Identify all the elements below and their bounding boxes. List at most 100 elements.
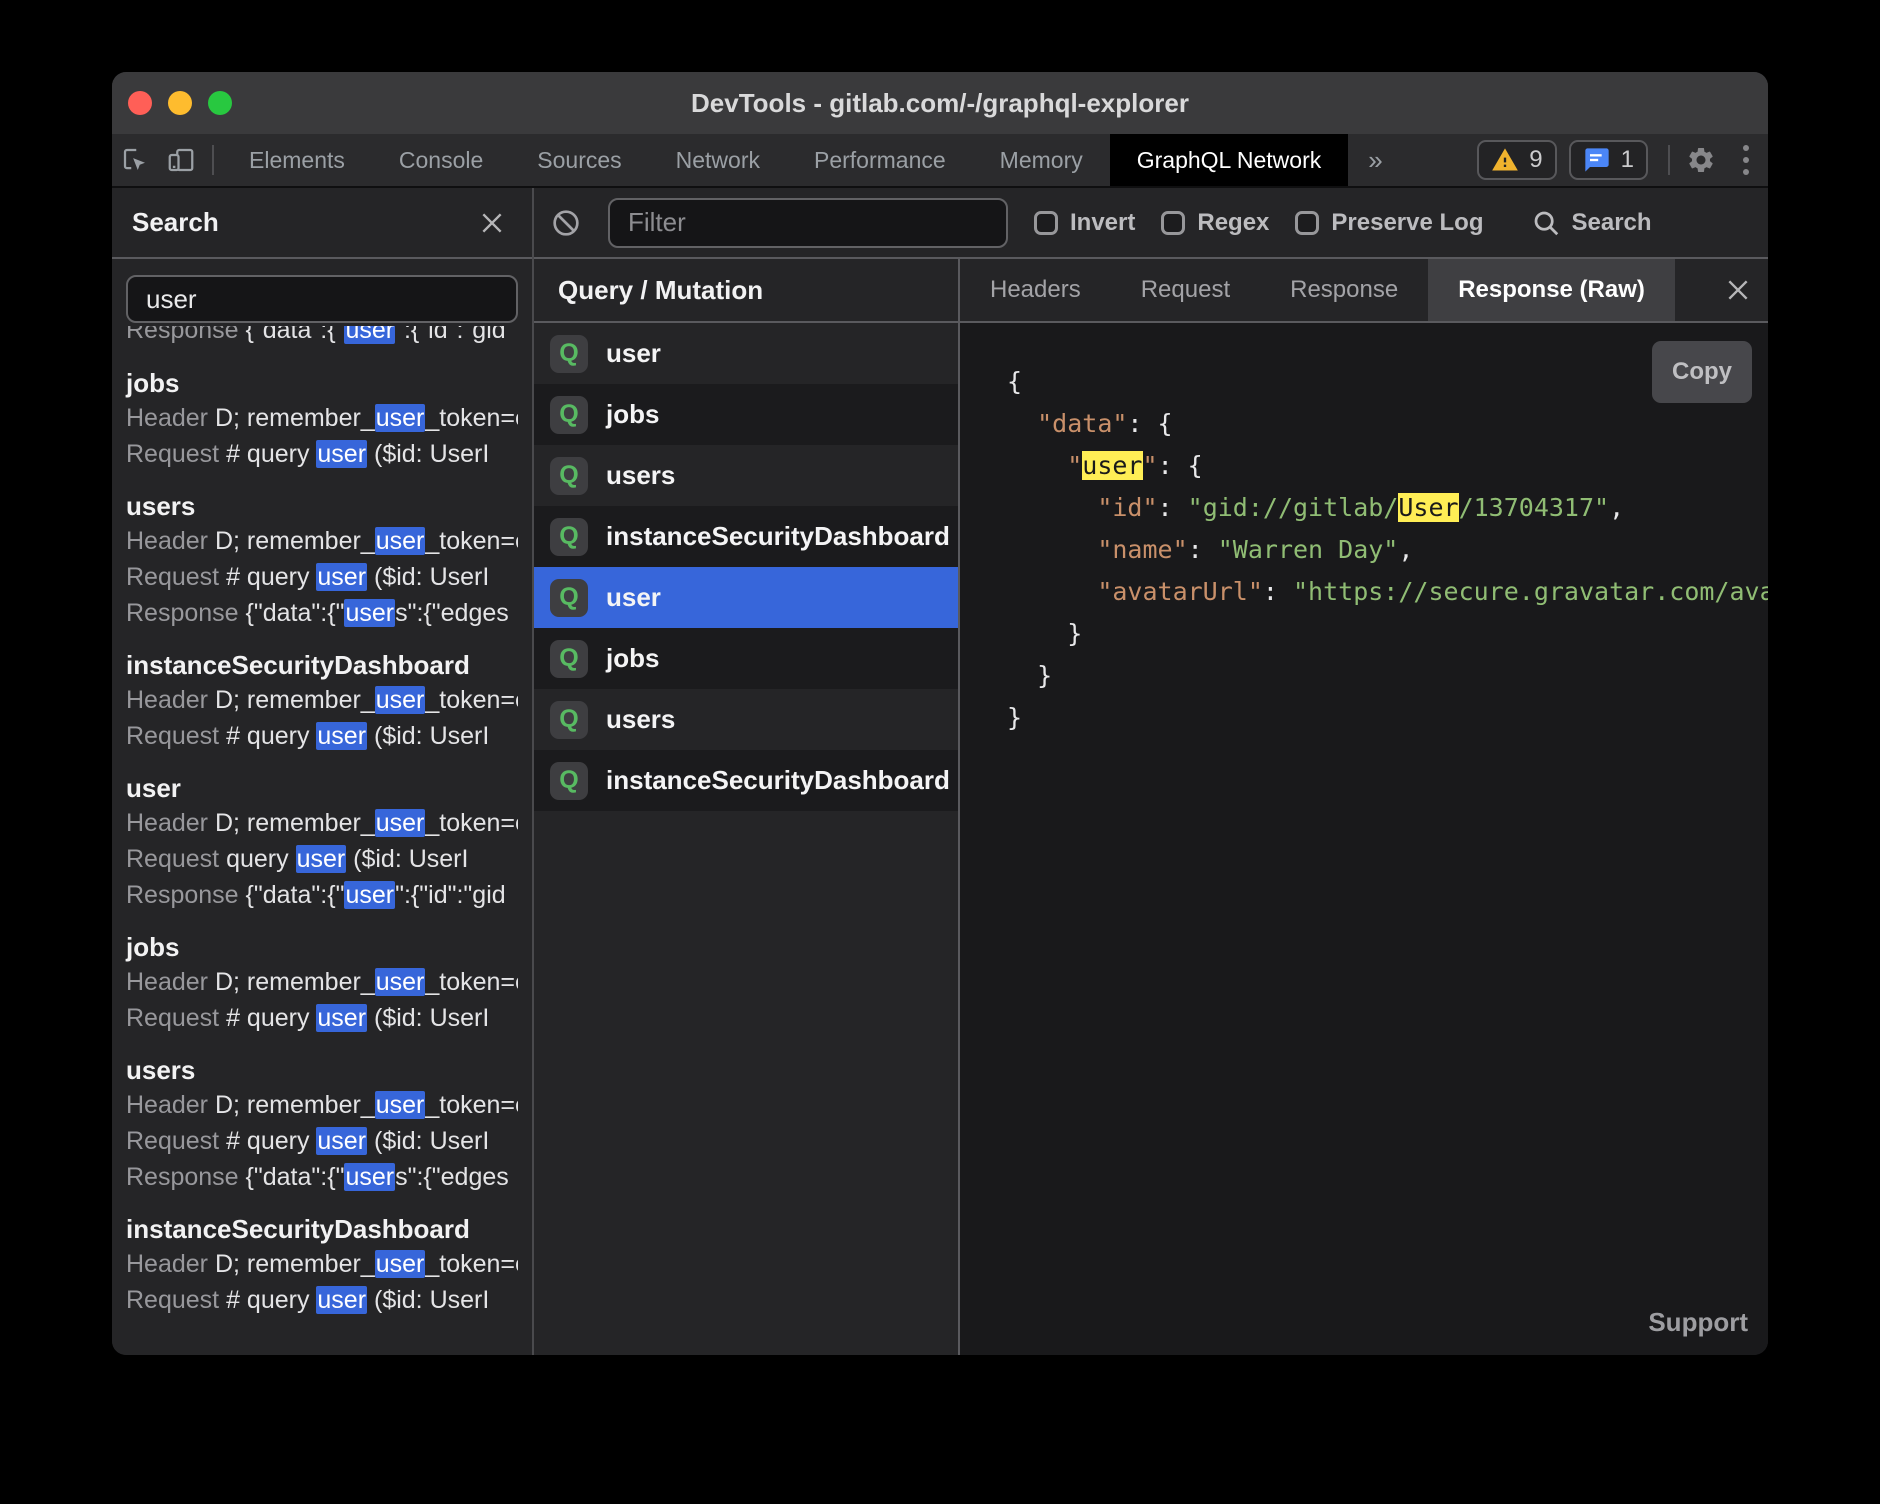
query-list: QuserQjobsQusersQinstanceSecurityDashboa…	[534, 323, 958, 1355]
query-list-item[interactable]: Quser	[534, 567, 958, 628]
checkbox[interactable]	[1034, 211, 1058, 235]
warnings-badge[interactable]: 9	[1477, 140, 1556, 180]
close-icon[interactable]	[1708, 259, 1768, 321]
issues-count: 1	[1621, 146, 1634, 174]
search-result-group-title[interactable]: jobs	[126, 367, 518, 400]
search-result-line[interactable]: Header D; remember_user_token=e	[126, 1246, 518, 1282]
tab-graphql-network[interactable]: GraphQL Network	[1110, 134, 1349, 186]
query-list-item[interactable]: Qusers	[534, 445, 958, 506]
more-options-icon[interactable]	[1724, 134, 1768, 186]
search-result-group-title[interactable]: users	[126, 1054, 518, 1087]
query-list-item[interactable]: Qjobs	[534, 384, 958, 445]
tab-elements[interactable]: Elements	[222, 134, 372, 186]
search-toggle[interactable]: Search	[1531, 208, 1651, 238]
search-result-line[interactable]: Header D; remember_user_token=e	[126, 400, 518, 436]
filter-input[interactable]	[608, 198, 1008, 248]
tab-network[interactable]: Network	[649, 134, 787, 186]
search-icon	[1531, 208, 1561, 238]
checkbox[interactable]	[1161, 211, 1185, 235]
search-result-line[interactable]: Response {"data":{"user":{"id":"gid	[126, 877, 518, 913]
search-result-line[interactable]: Response {"data":{"users":{"edges	[126, 1159, 518, 1195]
json-response: { "data": { "user": { "id": "gid://gitla…	[1007, 361, 1768, 739]
search-result-line[interactable]: Response {"data":{"user":{"id":"gid	[126, 326, 518, 348]
query-type-badge: Q	[550, 579, 588, 617]
search-result-line[interactable]: Request # query user ($id: UserI	[126, 559, 518, 595]
query-type-badge: Q	[550, 640, 588, 678]
devtools-tabs: ElementsConsoleSourcesNetworkPerformance…	[222, 134, 1348, 186]
search-panel-title: Search	[132, 207, 219, 238]
json-line: "id": "gid://gitlab/User/13704317",	[1007, 487, 1768, 529]
preserve-log-checkbox[interactable]: Preserve Log	[1295, 209, 1483, 237]
support-link[interactable]: Support	[1648, 1301, 1748, 1343]
search-result-line[interactable]: Request # query user ($id: UserI	[126, 1282, 518, 1318]
search-result-line[interactable]: Header D; remember_user_token=e	[126, 1087, 518, 1123]
tab-sources[interactable]: Sources	[510, 134, 648, 186]
json-line: "data": {	[1007, 403, 1768, 445]
search-result-line[interactable]: Header D; remember_user_token=e	[126, 682, 518, 718]
query-list-item-label: instanceSecurityDashboard	[606, 521, 950, 552]
search-result-group-title[interactable]: instanceSecurityDashboard	[126, 1213, 518, 1246]
traffic-lights	[128, 72, 232, 134]
query-list-item[interactable]: QinstanceSecurityDashboard	[534, 750, 958, 811]
zoom-traffic-light[interactable]	[208, 91, 232, 115]
query-list-item[interactable]: Quser	[534, 323, 958, 384]
search-result-group-title[interactable]: instanceSecurityDashboard	[126, 649, 518, 682]
search-result-group-title[interactable]: jobs	[126, 931, 518, 964]
json-line: }	[1007, 613, 1768, 655]
query-list-item-label: user	[606, 338, 661, 369]
minimize-traffic-light[interactable]	[168, 91, 192, 115]
response-panel: HeadersRequestResponseResponse (Raw) { "…	[960, 259, 1768, 1355]
regex-checkbox[interactable]: Regex	[1161, 209, 1269, 237]
devtools-tabbar: ElementsConsoleSourcesNetworkPerformance…	[112, 134, 1768, 188]
query-mutation-header: Query / Mutation	[534, 259, 958, 323]
json-line: "avatarUrl": "https://secure.gravatar.co…	[1007, 571, 1768, 613]
response-tab-response-raw-[interactable]: Response (Raw)	[1428, 259, 1675, 321]
more-tabs-chevron-icon[interactable]: »	[1348, 134, 1402, 186]
response-tab-request[interactable]: Request	[1111, 259, 1260, 321]
checkbox[interactable]	[1295, 211, 1319, 235]
inspect-cursor-icon[interactable]	[112, 134, 158, 186]
warning-count: 9	[1529, 146, 1542, 174]
warning-icon	[1491, 146, 1519, 174]
query-type-badge: Q	[550, 762, 588, 800]
search-result-line[interactable]: Header D; remember_user_token=e	[126, 805, 518, 841]
search-result-line[interactable]: Header D; remember_user_token=e	[126, 964, 518, 1000]
search-result-line[interactable]: Request # query user ($id: UserI	[126, 1000, 518, 1036]
query-type-badge: Q	[550, 335, 588, 373]
query-list-item[interactable]: QinstanceSecurityDashboard	[534, 506, 958, 567]
close-traffic-light[interactable]	[128, 91, 152, 115]
query-type-badge: Q	[550, 518, 588, 556]
copy-button[interactable]: Copy	[1652, 341, 1752, 403]
response-tab-headers[interactable]: Headers	[960, 259, 1111, 321]
clipped-result-line: Response {"data":{"user":{"id":"gid	[126, 326, 518, 349]
query-list-item[interactable]: Qusers	[534, 689, 958, 750]
search-result-line[interactable]: Request query user ($id: UserI	[126, 841, 518, 877]
window-title: DevTools - gitlab.com/-/graphql-explorer	[691, 88, 1189, 119]
search-result-line[interactable]: Request # query user ($id: UserI	[126, 436, 518, 472]
response-tab-response[interactable]: Response	[1260, 259, 1428, 321]
search-panel: Search Response {"data":{"user":{"id":"g…	[112, 188, 534, 1355]
search-result-line[interactable]: Request # query user ($id: UserI	[126, 718, 518, 754]
tab-performance[interactable]: Performance	[787, 134, 973, 186]
tab-console[interactable]: Console	[372, 134, 510, 186]
device-toolbar-icon[interactable]	[158, 134, 204, 186]
query-mutation-panel: Query / Mutation QuserQjobsQusersQinstan…	[534, 259, 960, 1355]
tab-memory[interactable]: Memory	[973, 134, 1110, 186]
gear-icon[interactable]	[1678, 134, 1724, 186]
search-result-group-title[interactable]: users	[126, 490, 518, 523]
invert-checkbox[interactable]: Invert	[1034, 209, 1135, 237]
devtools-window: DevTools - gitlab.com/-/graphql-explorer…	[112, 72, 1768, 1355]
search-result-line[interactable]: Response {"data":{"users":{"edges	[126, 595, 518, 631]
query-list-item-label: users	[606, 460, 675, 491]
search-result-line[interactable]: Request # query user ($id: UserI	[126, 1123, 518, 1159]
issues-badge[interactable]: 1	[1569, 140, 1648, 180]
block-icon[interactable]	[550, 207, 582, 239]
search-result-group-title[interactable]: user	[126, 772, 518, 805]
search-result-line[interactable]: Header D; remember_user_token=e	[126, 523, 518, 559]
search-input[interactable]	[126, 275, 518, 323]
query-list-item-label: instanceSecurityDashboard	[606, 765, 950, 796]
query-list-item-label: user	[606, 582, 661, 613]
query-type-badge: Q	[550, 701, 588, 739]
close-icon[interactable]	[472, 203, 512, 243]
query-list-item[interactable]: Qjobs	[534, 628, 958, 689]
